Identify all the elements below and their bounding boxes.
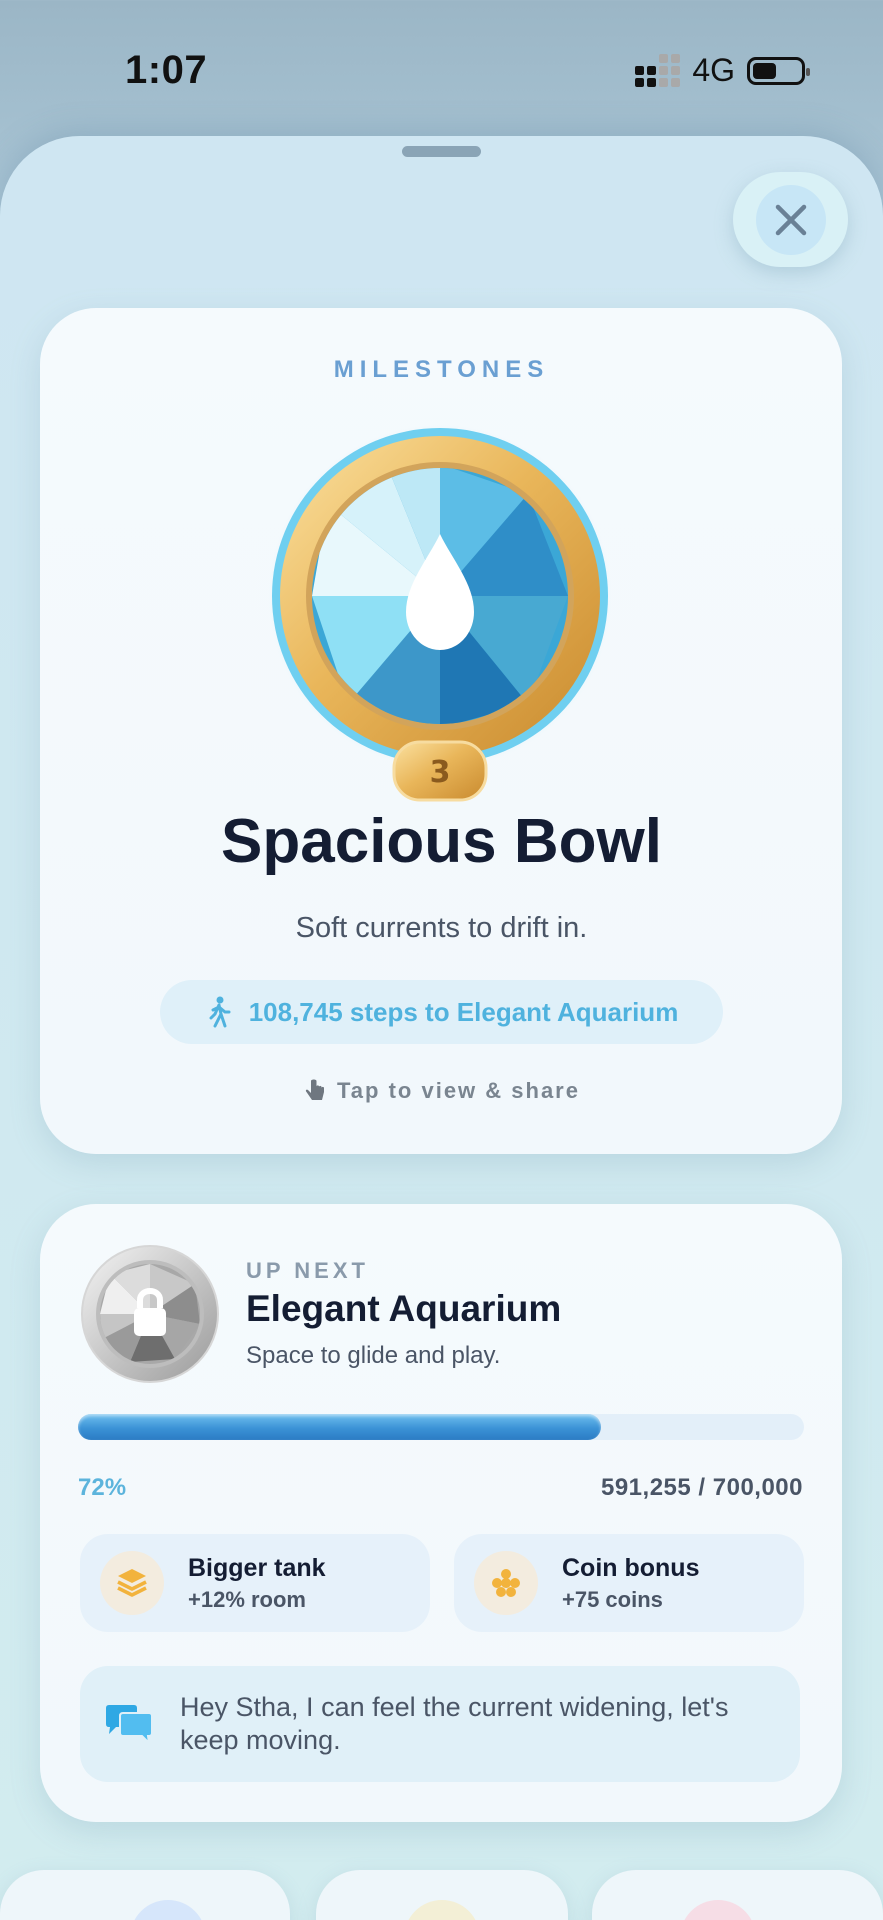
perk-bigger-tank: Bigger tank +12% room <box>80 1534 430 1632</box>
peek-card[interactable] <box>0 1870 290 1920</box>
medal-level: 3 <box>430 755 451 790</box>
peek-card[interactable] <box>592 1870 883 1920</box>
perk-subtitle: +12% room <box>188 1586 306 1612</box>
tap-hint-text: Tap to view & share <box>337 1078 580 1103</box>
tap-hand-icon <box>305 1079 324 1100</box>
progress-count: 591,255 / 700,000 <box>600 1474 803 1501</box>
close-button[interactable] <box>733 172 848 267</box>
next-milestone-subtitle: Space to glide and play. <box>246 1342 501 1369</box>
chat-bubbles-icon <box>106 1705 153 1744</box>
cellular-signal-icon <box>635 53 681 87</box>
next-milestone-title: Elegant Aquarium <box>246 1288 562 1329</box>
walking-icon <box>209 996 231 1028</box>
perk-subtitle: +75 coins <box>562 1586 663 1612</box>
milestone-medal-icon: 3 <box>268 424 612 802</box>
close-icon <box>755 184 826 255</box>
battery-icon <box>747 56 810 85</box>
companion-message: Hey Stha, I can feel the current widenin… <box>80 1666 800 1782</box>
status-time: 1:07 <box>125 48 208 92</box>
perk-title: Coin bonus <box>562 1553 700 1582</box>
locked-medal-icon <box>81 1245 219 1383</box>
tap-to-share[interactable]: Tap to view & share <box>0 1078 883 1104</box>
status-bar: 1:07 4G <box>0 0 883 130</box>
steps-remaining-pill: 108,745 steps to Elegant Aquarium <box>160 980 723 1044</box>
message-text: Hey Stha, I can feel the current widenin… <box>180 1692 729 1755</box>
milestone-title: Spacious Bowl <box>221 807 662 876</box>
progress-percent: 72% <box>78 1474 127 1501</box>
up-next-eyebrow: UP NEXT <box>246 1258 369 1283</box>
network-type: 4G <box>692 52 735 88</box>
milestones-eyebrow: MILESTONES <box>333 356 550 383</box>
milestone-subtitle: Soft currents to drift in. <box>295 912 588 944</box>
progress-fill <box>78 1414 601 1440</box>
sheet-grabber[interactable] <box>402 146 481 157</box>
progress-bar <box>78 1414 804 1440</box>
coins-icon <box>474 1551 538 1615</box>
layers-icon <box>100 1551 164 1615</box>
peek-card[interactable] <box>316 1870 568 1920</box>
status-indicators: 4G <box>635 52 810 89</box>
perk-title: Bigger tank <box>188 1553 326 1582</box>
steps-remaining-text: 108,745 steps to Elegant Aquarium <box>248 996 679 1027</box>
perk-coin-bonus: Coin bonus +75 coins <box>454 1534 804 1632</box>
